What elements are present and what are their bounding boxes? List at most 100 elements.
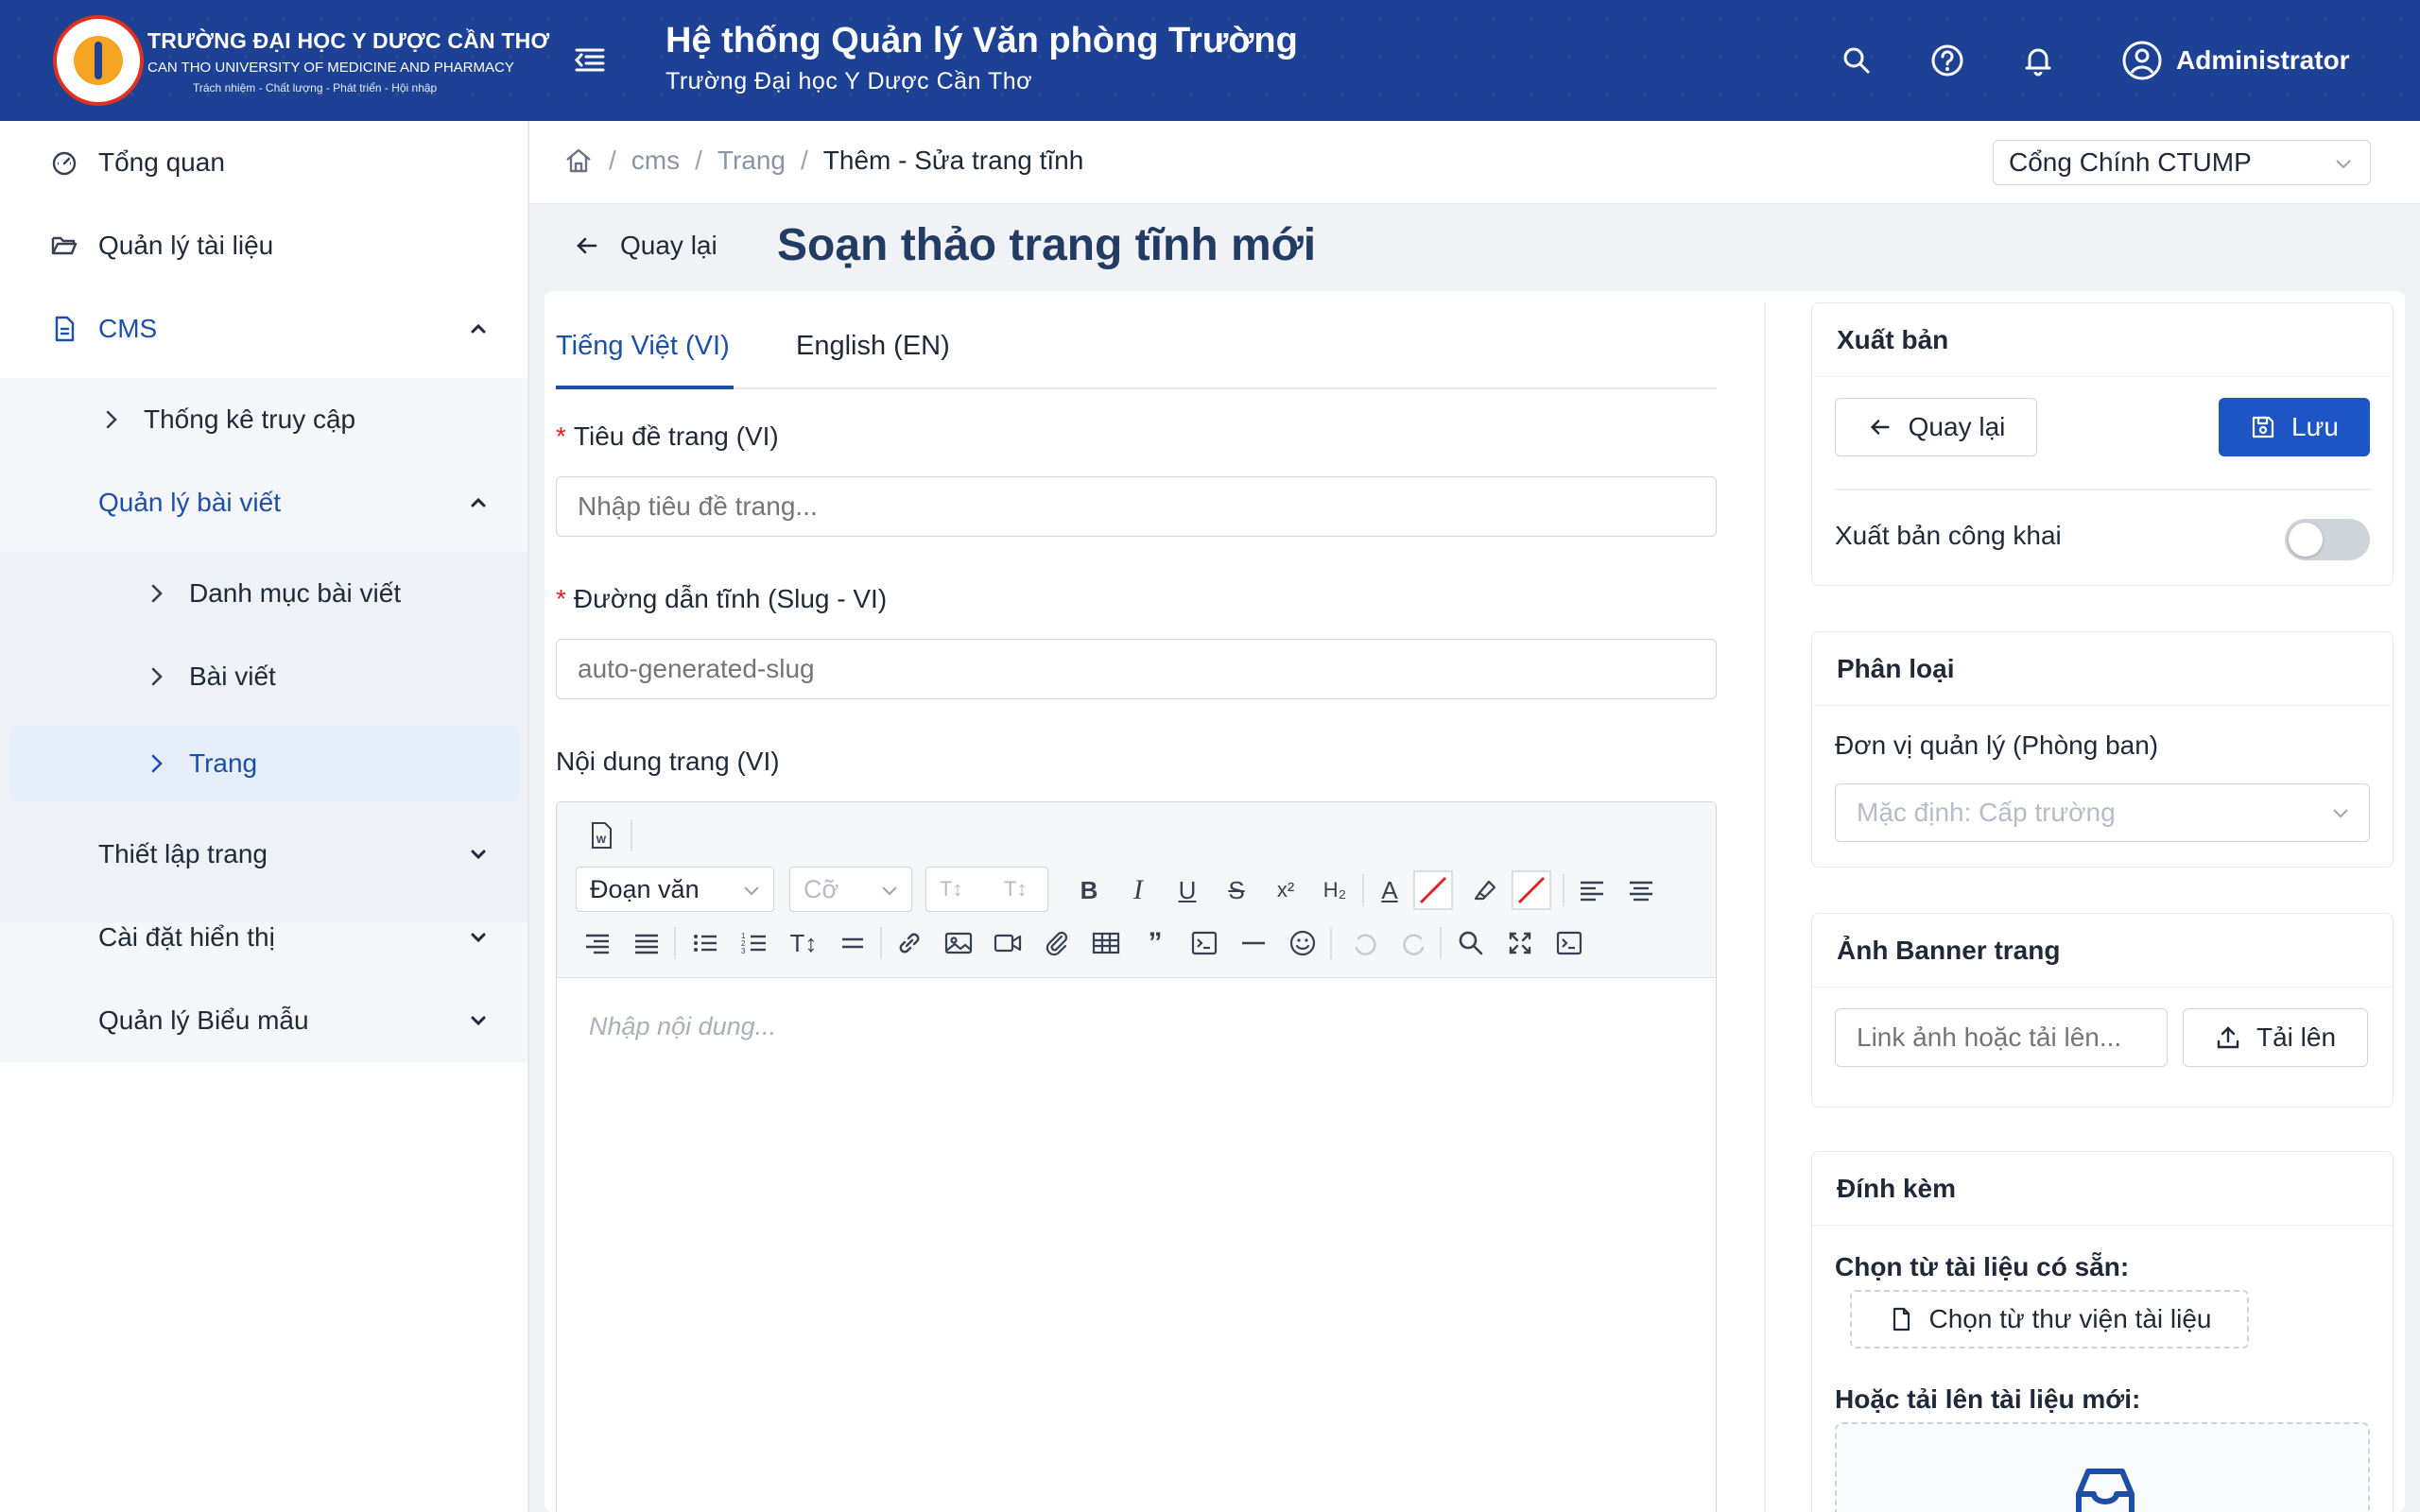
align-right-icon[interactable] (581, 927, 614, 959)
sidebar-item-page-setup[interactable]: Thiết lập trang (0, 813, 529, 896)
code-block-icon[interactable] (1188, 927, 1220, 959)
source-code-icon[interactable] (1553, 927, 1585, 959)
sidebar-item-label: Tổng quan (98, 147, 225, 177)
logo-text: TRƯỜNG ĐẠI HỌC Y DƯỢC CẦN THƠ CAN THO UN… (147, 28, 549, 94)
back-button-label: Quay lại (1908, 412, 2006, 441)
notification-bell-icon[interactable] (2019, 42, 2057, 79)
breadcrumb-item-pages[interactable]: Trang (717, 146, 786, 176)
line-height-select[interactable]: T↕ T↕ (925, 867, 1048, 912)
sidebar-divider (527, 121, 529, 1512)
sidebar-item-traffic-stats[interactable]: Thống kê truy cập (0, 378, 529, 461)
align-left-icon[interactable] (1576, 874, 1608, 906)
sidebar-item-documents[interactable]: Quản lý tài liệu (0, 204, 529, 287)
sidebar-item-dashboard[interactable]: Tổng quan (0, 121, 529, 204)
back-button[interactable]: Quay lại (1835, 398, 2037, 456)
chevron-down-icon (744, 886, 759, 896)
file-drop-zone[interactable] (1835, 1422, 2370, 1512)
menu-toggle-icon[interactable] (571, 43, 609, 77)
upload-button-label: Tải lên (2256, 1022, 2337, 1052)
superscript-icon[interactable]: x² (1270, 874, 1302, 906)
home-icon[interactable] (563, 146, 594, 176)
unit-select[interactable]: Mặc định: Cấp trường (1835, 783, 2370, 842)
italic-icon[interactable]: I (1122, 874, 1154, 906)
table-icon[interactable] (1090, 927, 1122, 959)
save-disk-icon (2252, 416, 2274, 438)
font-color-picker-icon[interactable] (1413, 870, 1453, 910)
highlight-color-picker-icon[interactable] (1512, 870, 1551, 910)
sidebar-item-label: Bài viết (189, 662, 276, 691)
logo-subtitle: CAN THO UNIVERSITY OF MEDICINE AND PHARM… (147, 60, 514, 76)
undo-icon[interactable] (1349, 927, 1381, 959)
search-icon[interactable] (1838, 42, 1876, 79)
chevron-down-icon (2333, 809, 2348, 818)
highlight-icon[interactable] (1470, 874, 1502, 906)
sidebar-item-posts[interactable]: Bài viết (0, 635, 529, 718)
word-import-icon[interactable]: W (585, 819, 617, 851)
sidebar-item-post-categories[interactable]: Danh mục bài viết (0, 552, 529, 635)
redo-icon[interactable] (1398, 927, 1430, 959)
slug-input[interactable] (556, 639, 1717, 699)
university-logo-icon[interactable] (53, 15, 144, 106)
site-select-value: Cổng Chính CTUMP (2009, 147, 2252, 177)
font-size-select[interactable]: Cỡ (789, 867, 912, 912)
save-button[interactable]: Lưu (2219, 398, 2370, 456)
horizontal-rule-icon[interactable] (837, 927, 869, 959)
blockquote-icon[interactable]: ” (1139, 927, 1171, 959)
bold-icon[interactable]: B (1073, 874, 1105, 906)
divider-line-icon[interactable] (1237, 927, 1270, 959)
chevron-up-icon (471, 497, 486, 507)
sidebar-item-cms[interactable]: CMS (0, 287, 529, 370)
banner-link-input[interactable] (1835, 1008, 2168, 1067)
underline-icon[interactable]: U (1171, 874, 1203, 906)
back-link[interactable]: Quay lại (573, 231, 717, 261)
breadcrumb-item-cms[interactable]: cms (631, 146, 680, 176)
font-color-icon[interactable]: A (1374, 874, 1406, 906)
line-height-icon[interactable]: T↕ (787, 927, 820, 959)
back-link-label: Quay lại (620, 231, 717, 260)
tab-label: English (EN) (796, 331, 950, 361)
unit-field-label: Đơn vị quản lý (Phòng ban) (1835, 730, 2159, 760)
strikethrough-icon[interactable]: S (1220, 874, 1253, 906)
editor-toolbar: W Đoạn văn Cỡ T↕ T↕ B I U S x² H₂ A 123 T… (557, 802, 1716, 978)
select-value: Đoạn văn (590, 875, 700, 903)
sidebar-item-pages[interactable]: Trang (0, 722, 529, 805)
bullet-list-icon[interactable] (689, 927, 721, 959)
numbered-list-icon[interactable]: 123 (738, 927, 770, 959)
sidebar-item-forms[interactable]: Quản lý Biểu mẫu (0, 979, 529, 1062)
upload-banner-button[interactable]: Tải lên (2183, 1008, 2368, 1067)
align-center-icon[interactable] (1625, 874, 1657, 906)
image-icon[interactable] (942, 927, 975, 959)
column-divider (1764, 302, 1766, 1512)
emoji-icon[interactable] (1287, 927, 1319, 959)
tab-label: Tiếng Việt (VI) (556, 331, 730, 361)
public-toggle[interactable] (2285, 519, 2370, 560)
choose-from-library-button[interactable]: Chọn từ thư viện tài liệu (1850, 1290, 2249, 1349)
attachment-panel: Đính kèm Chọn từ tài liệu có sẵn: Chọn t… (1811, 1151, 2394, 1512)
align-justify-icon[interactable] (631, 927, 663, 959)
existing-docs-label: Chọn từ tài liệu có sẵn: (1835, 1252, 2130, 1281)
sidebar-item-post-management[interactable]: Quản lý bài viết (0, 461, 529, 544)
link-icon[interactable] (893, 927, 925, 959)
paragraph-format-select[interactable]: Đoạn văn (576, 867, 774, 912)
arrow-left-icon (1870, 420, 1890, 435)
panel-divider (1835, 489, 2372, 490)
toolbar-separator (1563, 874, 1564, 906)
sidebar-item-label: Quản lý Biểu mẫu (98, 1005, 309, 1035)
video-icon[interactable] (992, 927, 1024, 959)
fullscreen-icon[interactable] (1504, 927, 1536, 959)
user-avatar-icon (2122, 41, 2162, 80)
app-subtitle: Trường Đại học Y Dược Cần Thơ (666, 68, 1033, 94)
sidebar-item-display-settings[interactable]: Cài đặt hiển thị (0, 896, 529, 979)
site-select[interactable]: Cổng Chính CTUMP (1993, 140, 2371, 185)
attachment-icon[interactable] (1041, 927, 1073, 959)
tab-english[interactable]: English (EN) (796, 331, 950, 362)
tab-vietnamese[interactable]: Tiếng Việt (VI) (556, 331, 730, 362)
sidebar-item-label: CMS (98, 314, 158, 343)
user-menu[interactable]: Administrator (2121, 40, 2350, 81)
find-replace-icon[interactable] (1455, 927, 1487, 959)
subscript-icon[interactable]: H₂ (1319, 874, 1351, 906)
editor-placeholder[interactable]: Nhập nội dung... (589, 1012, 776, 1041)
page-title-input[interactable] (556, 476, 1717, 537)
breadcrumb-separator: / (695, 146, 702, 175)
help-icon[interactable] (1928, 42, 1966, 79)
